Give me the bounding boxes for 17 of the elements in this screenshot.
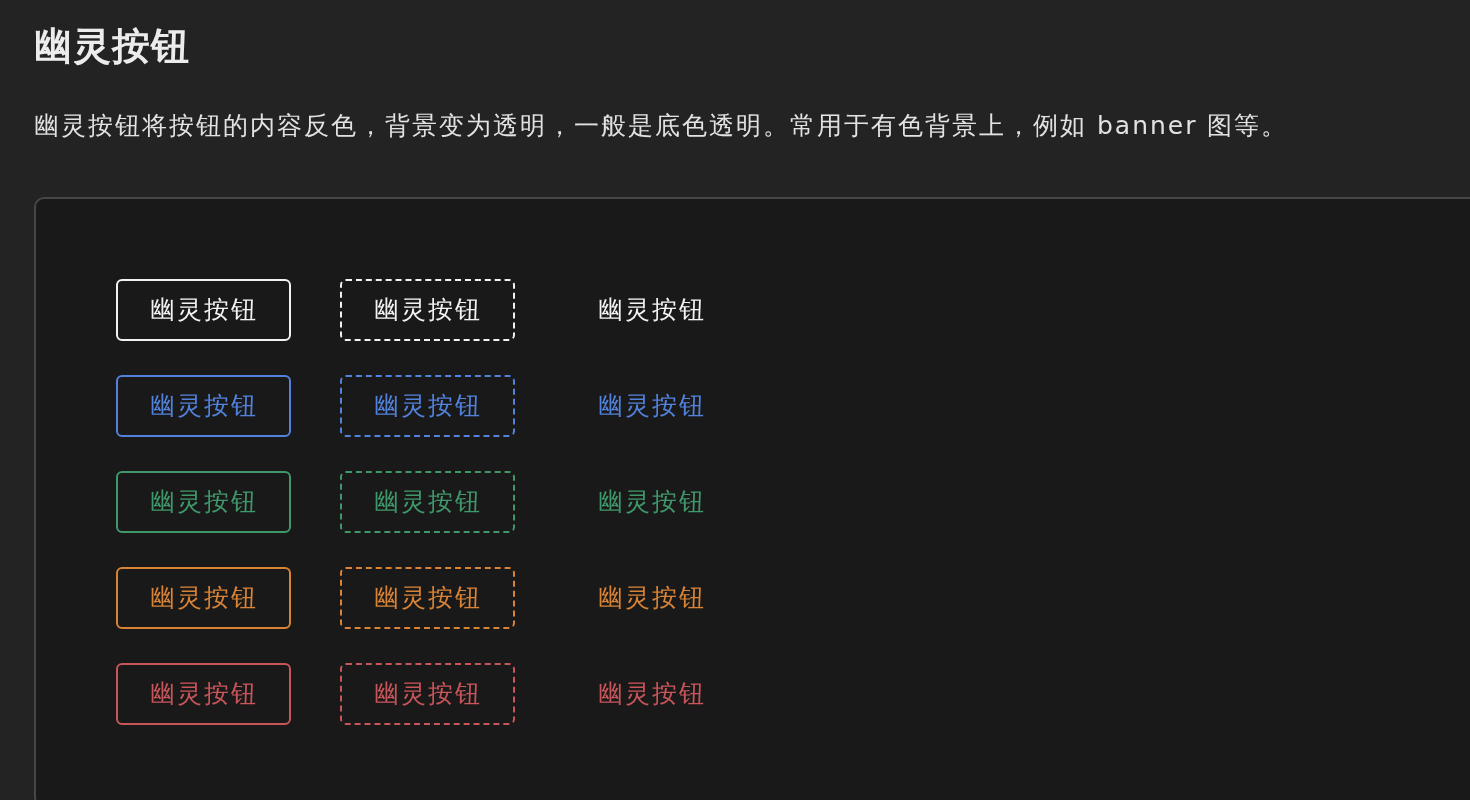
outline-button[interactable]: 幽灵按钮 — [116, 663, 291, 725]
dashed-outline-button[interactable]: 幽灵按钮 — [340, 471, 515, 533]
outline-button[interactable]: 幽灵按钮 — [116, 471, 291, 533]
description-text: 幽灵按钮将按钮的内容反色，背景变为透明，一般是底色透明。常用于有色背景上，例如 banner 图等。 — [34, 110, 1290, 142]
text-button[interactable]: 幽灵按钮 — [597, 581, 706, 615]
text-button[interactable]: 幽灵按钮 — [597, 389, 706, 423]
outline-button[interactable]: 幽灵按钮 — [116, 279, 291, 341]
dashed-outline-button[interactable]: 幽灵按钮 — [340, 375, 515, 437]
dashed-outline-button[interactable]: 幽灵按钮 — [340, 663, 515, 725]
dashed-outline-button[interactable]: 幽灵按钮 — [340, 279, 515, 341]
text-button[interactable]: 幽灵按钮 — [597, 293, 706, 327]
page-title: 幽灵按钮 — [34, 23, 191, 70]
outline-button[interactable]: 幽灵按钮 — [116, 375, 291, 437]
outline-button[interactable]: 幽灵按钮 — [116, 567, 291, 629]
dashed-outline-button[interactable]: 幽灵按钮 — [340, 567, 515, 629]
text-button[interactable]: 幽灵按钮 — [597, 677, 706, 711]
text-button[interactable]: 幽灵按钮 — [597, 485, 706, 519]
